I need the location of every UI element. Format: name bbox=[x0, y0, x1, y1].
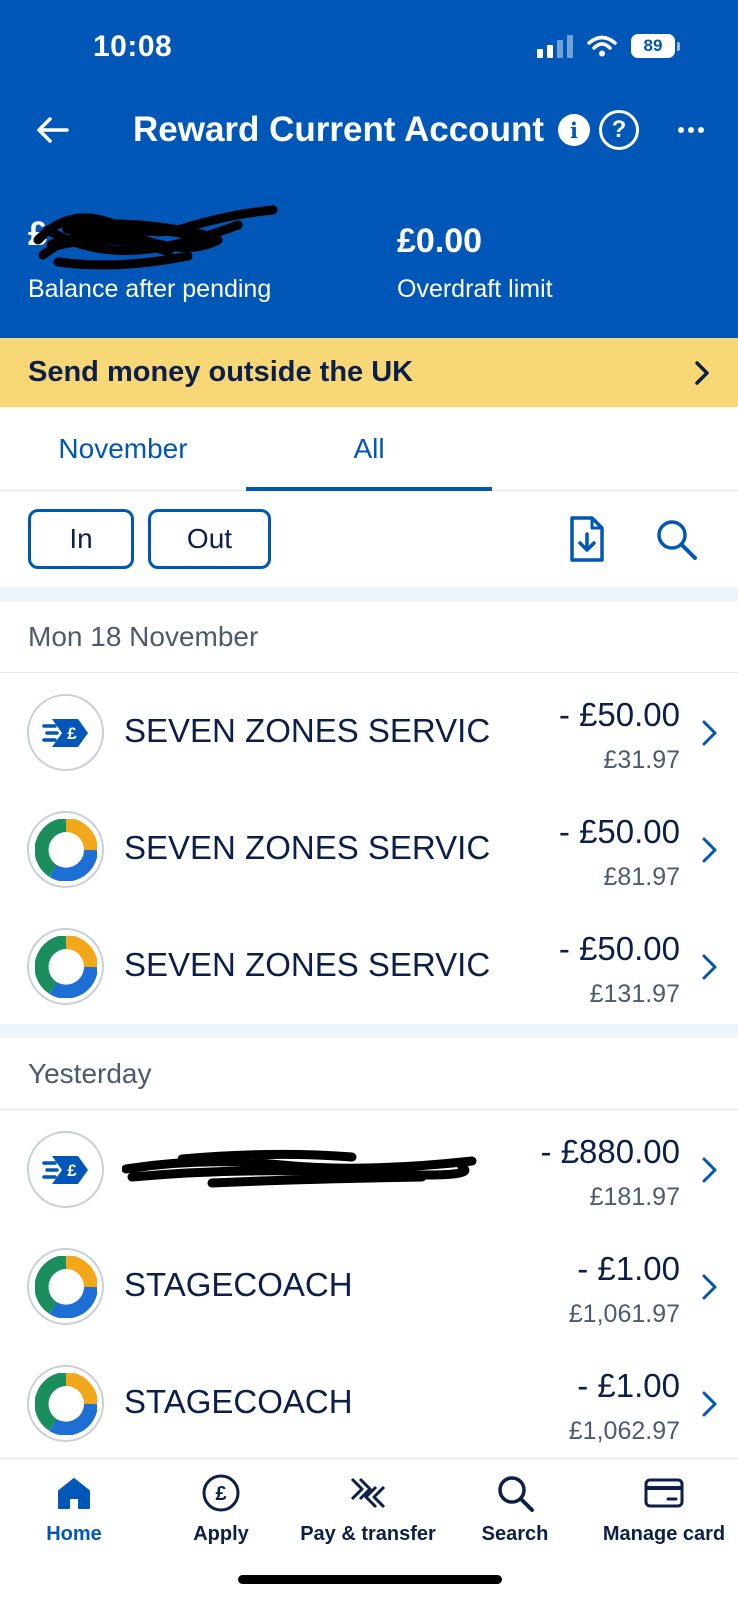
nav-pay-transfer-label: Pay & transfer bbox=[300, 1523, 436, 1545]
card-icon bbox=[640, 1469, 688, 1517]
transaction-balance: £131.97 bbox=[589, 980, 680, 1008]
transaction-balance: £1,062.97 bbox=[568, 1417, 680, 1445]
transaction-row[interactable]: STAGECOACH - £1.00 £1,062.97 bbox=[0, 1345, 738, 1462]
transaction-row[interactable]: SEVEN ZONES SERVIC - £50.00 £81.97 bbox=[0, 791, 738, 908]
transaction-balance: £31.97 bbox=[603, 746, 680, 774]
chevron-right-icon bbox=[702, 1157, 717, 1183]
chevron-right-icon bbox=[702, 720, 717, 746]
filter-out-button[interactable]: Out bbox=[148, 509, 271, 569]
send-money-banner-text: Send money outside the UK bbox=[28, 356, 414, 388]
filter-bar: In Out bbox=[0, 491, 738, 587]
chevron-right-icon bbox=[695, 360, 709, 385]
nav-apply-label: Apply bbox=[193, 1523, 249, 1545]
transfer-icon: £ bbox=[27, 1131, 104, 1208]
transaction-name: SEVEN ZONES SERVIC bbox=[124, 829, 491, 866]
send-money-banner[interactable]: Send money outside the UK bbox=[0, 338, 738, 407]
transaction-name: STAGECOACH bbox=[124, 1266, 353, 1303]
svg-text:£: £ bbox=[67, 724, 77, 743]
transaction-row[interactable]: SEVEN ZONES SERVIC - £50.00 £131.97 bbox=[0, 908, 738, 1025]
battery-icon: 89 bbox=[631, 34, 680, 58]
nav-home-label: Home bbox=[46, 1523, 102, 1545]
chevron-right-icon bbox=[702, 837, 717, 863]
nav-search-label: Search bbox=[481, 1523, 549, 1545]
home-indicator bbox=[238, 1575, 502, 1584]
transaction-amount: - £50.00 bbox=[558, 696, 680, 733]
transaction-amount: - £880.00 bbox=[540, 1133, 680, 1170]
nav-manage-card[interactable]: Manage card bbox=[590, 1459, 738, 1569]
status-time: 10:08 bbox=[93, 30, 173, 63]
home-icon bbox=[50, 1469, 98, 1517]
search-icon bbox=[491, 1469, 539, 1517]
tab-november[interactable]: November bbox=[0, 407, 246, 491]
redacted-payee-scribble bbox=[122, 1149, 477, 1188]
pound-circle-icon: £ bbox=[197, 1469, 245, 1517]
download-statement-icon[interactable] bbox=[566, 515, 606, 563]
section-divider bbox=[0, 587, 738, 601]
back-button[interactable] bbox=[30, 108, 74, 152]
svg-text:£: £ bbox=[67, 1161, 77, 1180]
card-payment-icon bbox=[27, 928, 104, 1005]
chevron-right-icon bbox=[702, 1274, 717, 1300]
chevron-right-icon bbox=[702, 1391, 717, 1417]
nav-pay-transfer[interactable]: Pay & transfer bbox=[294, 1459, 442, 1569]
svg-text:£: £ bbox=[215, 1483, 226, 1505]
pay-transfer-icon bbox=[344, 1469, 392, 1517]
nav-apply[interactable]: £ Apply bbox=[147, 1459, 295, 1569]
transaction-name: STAGECOACH bbox=[124, 1383, 353, 1420]
transaction-amount: - £50.00 bbox=[558, 930, 680, 967]
page-title: Reward Current Account bbox=[133, 110, 544, 149]
filter-in-button[interactable]: In bbox=[28, 509, 134, 569]
date-header: Yesterday bbox=[0, 1038, 738, 1110]
transaction-amount: - £1.00 bbox=[577, 1367, 680, 1404]
date-header: Mon 18 November bbox=[0, 601, 738, 673]
redaction-scribble bbox=[33, 205, 278, 270]
transaction-name: SEVEN ZONES SERVIC bbox=[124, 946, 491, 983]
card-payment-icon bbox=[27, 1248, 104, 1325]
transaction-amount: - £1.00 bbox=[577, 1250, 680, 1287]
chevron-right-icon bbox=[702, 954, 717, 980]
section-divider bbox=[0, 1024, 738, 1038]
transaction-row[interactable]: £ SEVEN ZONES SERVIC - £50.00 £31.97 bbox=[0, 674, 738, 791]
more-options-icon[interactable] bbox=[673, 116, 709, 144]
nav-search[interactable]: Search bbox=[441, 1459, 589, 1569]
account-header: 10:08 89 Reward Current Account i ? £ Ba… bbox=[0, 0, 738, 338]
overdraft-value: £0.00 bbox=[397, 222, 483, 260]
nav-home[interactable]: Home bbox=[0, 1459, 148, 1569]
search-transactions-icon[interactable] bbox=[654, 517, 698, 561]
tab-all[interactable]: All bbox=[246, 407, 492, 491]
status-icons: 89 bbox=[537, 34, 680, 58]
wifi-icon bbox=[587, 35, 617, 57]
card-payment-icon bbox=[27, 811, 104, 888]
card-payment-icon bbox=[27, 1365, 104, 1442]
transfer-icon: £ bbox=[27, 694, 104, 771]
balance-label: Balance after pending bbox=[28, 275, 272, 303]
help-icon[interactable]: ? bbox=[599, 110, 639, 150]
info-icon[interactable]: i bbox=[558, 114, 590, 146]
transaction-row[interactable]: STAGECOACH - £1.00 £1,061.97 bbox=[0, 1228, 738, 1345]
transaction-balance: £81.97 bbox=[603, 863, 680, 891]
transaction-row[interactable]: £ - £880.00 £181.97 bbox=[0, 1111, 738, 1228]
transaction-amount: - £50.00 bbox=[558, 813, 680, 850]
overdraft-label: Overdraft limit bbox=[397, 275, 553, 303]
transaction-balance: £1,061.97 bbox=[568, 1300, 680, 1328]
nav-manage-card-label: Manage card bbox=[602, 1523, 726, 1545]
back-arrow-icon bbox=[37, 117, 69, 143]
signal-icon bbox=[537, 34, 573, 58]
period-tabs: November All bbox=[0, 407, 738, 491]
battery-level: 89 bbox=[631, 34, 675, 58]
transaction-name: SEVEN ZONES SERVIC bbox=[124, 712, 491, 749]
transaction-balance: £181.97 bbox=[589, 1183, 680, 1211]
